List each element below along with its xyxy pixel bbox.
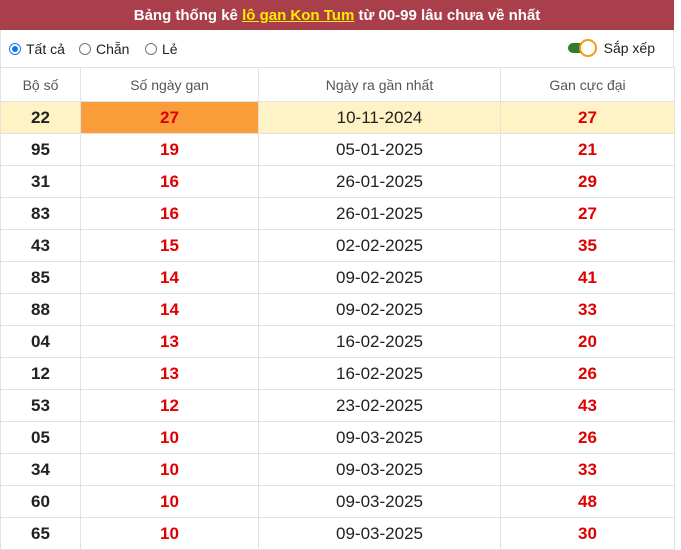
filter-all-label: Tất cả (26, 41, 65, 57)
cell-gan-cuc-dai: 29 (500, 165, 675, 198)
cell-so-ngay-gan: 10 (80, 421, 259, 454)
cell-bo-so: 43 (0, 229, 81, 262)
banner-suffix: từ 00-99 lâu chưa về nhất (358, 6, 541, 24)
cell-ngay-ra: 23-02-2025 (258, 389, 501, 422)
cell-so-ngay-gan: 14 (80, 293, 259, 326)
cell-bo-so: 65 (0, 517, 81, 550)
radio-icon[interactable] (9, 43, 21, 55)
cell-ngay-ra: 16-02-2025 (258, 325, 501, 358)
cell-ngay-ra: 16-02-2025 (258, 357, 501, 390)
filter-all-radio[interactable]: Tất cả (9, 41, 65, 57)
table-row: 12 13 16-02-2025 26 (0, 357, 675, 390)
cell-so-ngay-gan: 15 (80, 229, 259, 262)
cell-bo-so: 22 (0, 101, 81, 134)
title-banner: Bảng thống kê lô gan Kon Tum từ 00-99 lâ… (0, 0, 674, 30)
cell-so-ngay-gan: 10 (80, 453, 259, 486)
cell-so-ngay-gan: 10 (80, 485, 259, 518)
cell-bo-so: 34 (0, 453, 81, 486)
filter-even-radio[interactable]: Chẵn (79, 41, 129, 57)
filter-odd-label: Lẻ (162, 41, 178, 57)
toggle-switch-icon[interactable] (567, 39, 598, 57)
cell-ngay-ra: 02-02-2025 (258, 229, 501, 262)
cell-so-ngay-gan: 16 (80, 165, 259, 198)
sort-label: Sắp xếp (603, 40, 655, 56)
sort-toggle[interactable]: Sắp xếp (567, 39, 655, 57)
cell-ngay-ra: 09-03-2025 (258, 517, 501, 550)
table-row: 85 14 09-02-2025 41 (0, 261, 675, 294)
table-row: 53 12 23-02-2025 43 (0, 389, 675, 422)
cell-so-ngay-gan: 13 (80, 325, 259, 358)
cell-bo-so: 85 (0, 261, 81, 294)
cell-gan-cuc-dai: 27 (500, 197, 675, 230)
cell-so-ngay-gan: 12 (80, 389, 259, 422)
cell-ngay-ra: 09-02-2025 (258, 293, 501, 326)
banner-link[interactable]: lô gan Kon Tum (242, 7, 354, 24)
cell-gan-cuc-dai: 30 (500, 517, 675, 550)
table-row: 43 15 02-02-2025 35 (0, 229, 675, 262)
cell-bo-so: 05 (0, 421, 81, 454)
table-row: 04 13 16-02-2025 20 (0, 325, 675, 358)
cell-ngay-ra: 09-03-2025 (258, 485, 501, 518)
cell-bo-so: 95 (0, 133, 81, 166)
table-row: 83 16 26-01-2025 27 (0, 197, 675, 230)
filter-even-label: Chẵn (96, 41, 130, 57)
cell-ngay-ra: 09-03-2025 (258, 421, 501, 454)
cell-bo-so: 83 (0, 197, 81, 230)
cell-bo-so: 31 (0, 165, 81, 198)
header-bo-so[interactable]: Bộ số (0, 67, 81, 102)
cell-so-ngay-gan: 16 (80, 197, 259, 230)
table-row: 95 19 05-01-2025 21 (0, 133, 675, 166)
table-body: 22 27 10-11-2024 27 95 19 05-01-2025 21 31 16 26-0… (0, 101, 675, 550)
cell-ngay-ra: 10-11-2024 (258, 101, 501, 134)
cell-gan-cuc-dai: 26 (500, 421, 675, 454)
cell-so-ngay-gan: 13 (80, 357, 259, 390)
cell-gan-cuc-dai: 27 (500, 101, 675, 134)
gan-table: Bộ số Số ngày gan Ngày ra gần nhất Gan c… (0, 67, 675, 550)
cell-so-ngay-gan: 10 (80, 517, 259, 550)
table-row: 88 14 09-02-2025 33 (0, 293, 675, 326)
header-ngay-ra[interactable]: Ngày ra gần nhất (258, 67, 501, 102)
cell-so-ngay-gan: 27 (80, 101, 259, 134)
table-row: 05 10 09-03-2025 26 (0, 421, 675, 454)
cell-gan-cuc-dai: 26 (500, 357, 675, 390)
cell-ngay-ra: 05-01-2025 (258, 133, 501, 166)
table-row: 34 10 09-03-2025 33 (0, 453, 675, 486)
cell-gan-cuc-dai: 43 (500, 389, 675, 422)
cell-bo-so: 04 (0, 325, 81, 358)
banner-prefix: Bảng thống kê (133, 6, 238, 24)
cell-ngay-ra: 26-01-2025 (258, 165, 501, 198)
cell-so-ngay-gan: 14 (80, 261, 259, 294)
cell-gan-cuc-dai: 20 (500, 325, 675, 358)
cell-gan-cuc-dai: 41 (500, 261, 675, 294)
cell-ngay-ra: 09-03-2025 (258, 453, 501, 486)
cell-bo-so: 88 (0, 293, 81, 326)
filter-odd-radio[interactable]: Lẻ (145, 41, 178, 57)
header-so-ngay-gan[interactable]: Số ngày gan (80, 67, 259, 102)
cell-bo-so: 12 (0, 357, 81, 390)
table-row: 65 10 09-03-2025 30 (0, 517, 675, 550)
cell-ngay-ra: 09-02-2025 (258, 261, 501, 294)
header-gan-cuc-dai[interactable]: Gan cực đại (500, 67, 675, 102)
table-row: 31 16 26-01-2025 29 (0, 165, 675, 198)
cell-gan-cuc-dai: 21 (500, 133, 675, 166)
radio-icon[interactable] (79, 43, 91, 55)
cell-bo-so: 60 (0, 485, 81, 518)
cell-gan-cuc-dai: 35 (500, 229, 675, 262)
filter-bar: Tất cả Chẵn Lẻ Sắp xếp (0, 30, 674, 67)
cell-ngay-ra: 26-01-2025 (258, 197, 501, 230)
cell-so-ngay-gan: 19 (80, 133, 259, 166)
cell-gan-cuc-dai: 33 (500, 293, 675, 326)
table-row: 60 10 09-03-2025 48 (0, 485, 675, 518)
table-row: 22 27 10-11-2024 27 (0, 101, 675, 134)
radio-icon[interactable] (145, 43, 157, 55)
cell-bo-so: 53 (0, 389, 81, 422)
cell-gan-cuc-dai: 48 (500, 485, 675, 518)
table-header-row: Bộ số Số ngày gan Ngày ra gần nhất Gan c… (0, 67, 675, 102)
cell-gan-cuc-dai: 33 (500, 453, 675, 486)
